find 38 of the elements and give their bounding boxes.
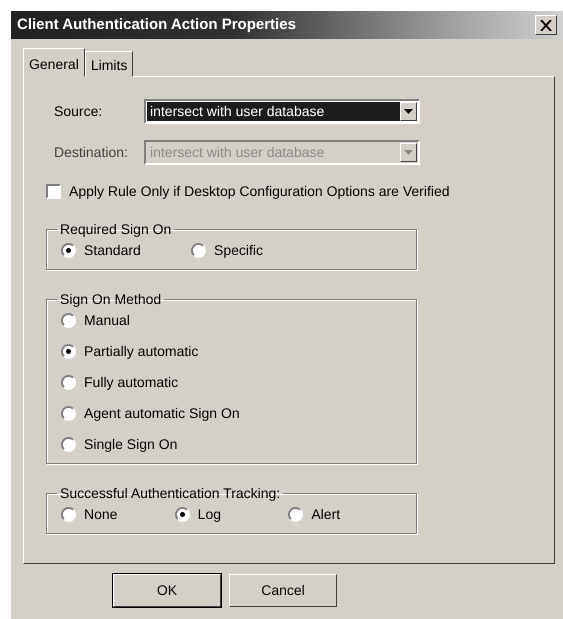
window-title: Client Authentication Action Properties: [17, 14, 296, 35]
field-label: Destination:: [54, 143, 129, 162]
radio-label: Specific: [214, 241, 264, 260]
caret-icon: [404, 150, 413, 155]
dropdown-field[interactable]: intersect with user database: [144, 99, 420, 124]
close-icon: [540, 20, 552, 30]
group-title: Sign On Method: [59, 292, 162, 306]
radio-button[interactable]: [174, 507, 190, 522]
radio-label: Alert: [311, 505, 340, 524]
tab[interactable]: Limits: [84, 51, 134, 77]
close-button[interactable]: [535, 15, 557, 35]
radio-button[interactable]: [61, 437, 76, 452]
radio-button[interactable]: [191, 243, 206, 258]
checkbox[interactable]: [46, 184, 61, 199]
checkbox-label: Apply Rule Only if Desktop Configuration Options are Verified: [69, 182, 450, 201]
field-label: Source:: [54, 102, 104, 121]
radio-label: Single Sign On: [84, 435, 178, 454]
tab[interactable]: General: [23, 48, 85, 77]
radio-label: Manual: [84, 311, 130, 330]
radio-label: Fully automatic: [84, 373, 178, 392]
radio-button[interactable]: [61, 406, 76, 421]
radio-button[interactable]: [61, 243, 76, 258]
group-title: Required Sign On: [59, 222, 172, 236]
radio-button[interactable]: [288, 507, 304, 522]
radio-label: None: [84, 505, 118, 524]
radio-button[interactable]: [61, 344, 76, 359]
radio-button[interactable]: [61, 313, 76, 328]
radio-label: Log: [198, 505, 222, 524]
dialog-button[interactable]: OK: [113, 574, 221, 607]
radio-label: Partially automatic: [84, 342, 198, 361]
group-title: Successful Authentication Tracking:: [59, 486, 282, 500]
radio-label: Agent automatic Sign On: [84, 404, 240, 423]
radio-label: Standard: [84, 241, 141, 260]
dropdown-field: intersect with user database: [144, 140, 420, 165]
dialog-button[interactable]: Cancel: [229, 574, 337, 607]
caret-icon: [404, 109, 413, 114]
radio-button[interactable]: [61, 507, 76, 522]
radio-button[interactable]: [61, 375, 76, 390]
